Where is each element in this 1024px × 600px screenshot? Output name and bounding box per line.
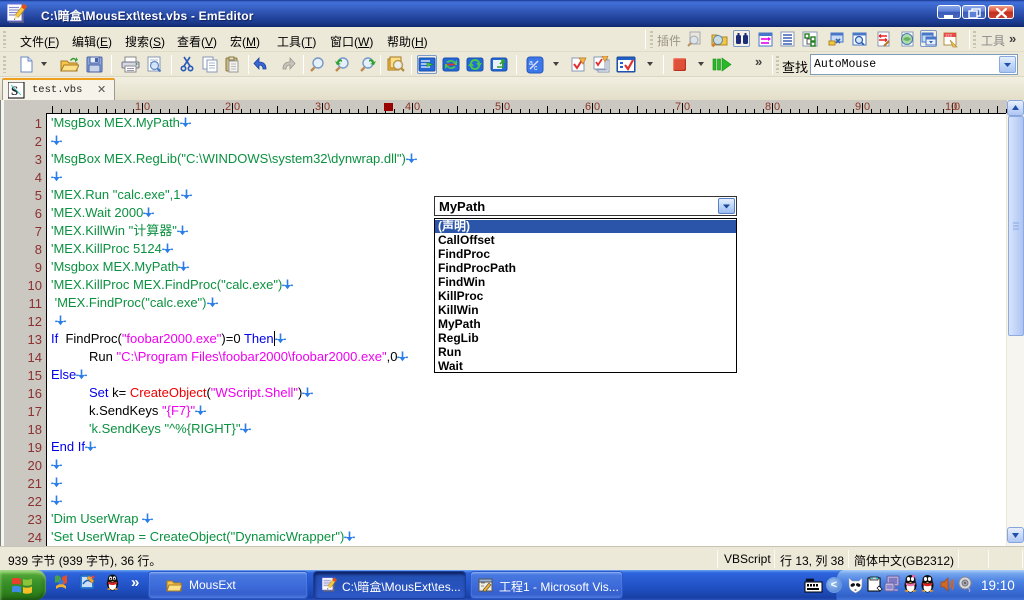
- svg-text:123: 123: [945, 33, 952, 38]
- svg-text:c: c: [534, 65, 538, 72]
